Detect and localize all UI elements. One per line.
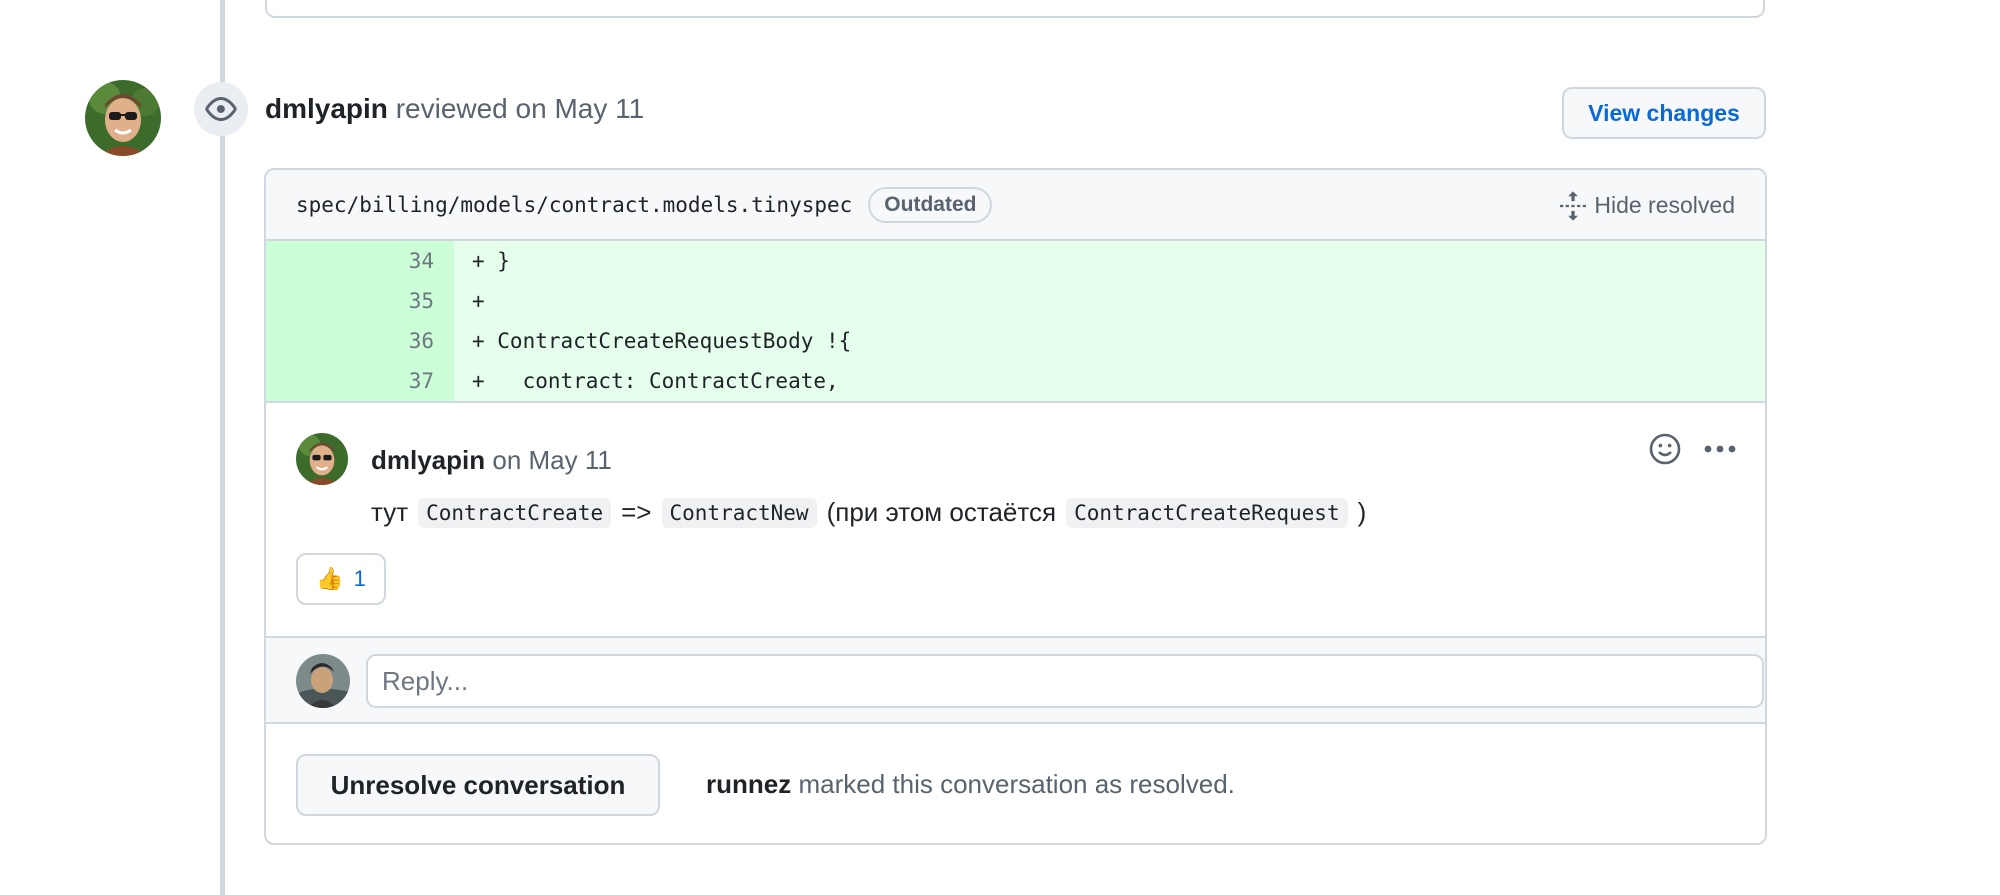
- line-code: + ContractCreateRequestBody !{: [472, 329, 852, 353]
- review-event-badge: [194, 82, 248, 136]
- comment-header: dmlyapin on May 11: [371, 445, 612, 476]
- resolved-status: runnez marked this conversation as resol…: [706, 769, 1235, 800]
- eye-icon: [205, 97, 237, 121]
- smiley-icon[interactable]: [1649, 433, 1681, 465]
- comment-author-avatar[interactable]: [296, 433, 348, 485]
- review-thread-card: spec/billing/models/contract.models.tiny…: [264, 168, 1767, 845]
- comment-author[interactable]: dmlyapin: [371, 445, 485, 475]
- review-action: reviewed: [395, 93, 508, 124]
- unresolve-conversation-button[interactable]: Unresolve conversation: [296, 754, 660, 816]
- current-user-avatar[interactable]: [296, 654, 350, 708]
- reviewer-avatar[interactable]: [85, 80, 161, 156]
- thumbs-up-emoji: 👍: [316, 566, 344, 591]
- comment-text: =>: [621, 497, 652, 527]
- comment-body: тут ContractCreate => ContractNew (при э…: [371, 497, 1366, 528]
- reply-input[interactable]: [366, 654, 1764, 708]
- previous-card: [265, 0, 1765, 18]
- hide-resolved-button[interactable]: Hide resolved: [1560, 170, 1735, 241]
- review-header: dmlyapin reviewed on May 11: [265, 93, 644, 125]
- inline-code: ContractNew: [661, 497, 817, 528]
- inline-code: ContractCreateRequest: [1066, 497, 1348, 528]
- diff-line: 35 +: [266, 281, 1765, 321]
- line-number[interactable]: 36: [266, 321, 454, 361]
- resolved-by-user[interactable]: runnez: [706, 769, 791, 799]
- comment-date[interactable]: on May 11: [492, 445, 611, 475]
- diff-line: 37 + contract: ContractCreate,: [266, 361, 1765, 401]
- unfold-icon: [1560, 190, 1587, 221]
- review-comment: dmlyapin on May 11 тут ContractCreate =>…: [266, 401, 1765, 636]
- timeline: dmlyapin reviewed on May 11 View changes…: [0, 0, 2000, 895]
- line-number[interactable]: 37: [266, 361, 454, 401]
- resolved-status-text: marked this conversation as resolved.: [798, 769, 1235, 799]
- hide-resolved-label: Hide resolved: [1594, 192, 1735, 218]
- file-header: spec/billing/models/contract.models.tiny…: [266, 170, 1765, 241]
- line-code: +: [472, 289, 485, 313]
- resolved-footer: Unresolve conversation runnez marked thi…: [266, 724, 1765, 843]
- comment-text: ): [1357, 497, 1367, 527]
- outdated-badge: Outdated: [868, 186, 993, 223]
- review-date[interactable]: on May 11: [516, 93, 645, 124]
- diff-line: 36 + ContractCreateRequestBody !{: [266, 321, 1765, 361]
- kebab-horizontal-icon[interactable]: [1703, 433, 1737, 465]
- review-author[interactable]: dmlyapin: [265, 93, 388, 124]
- line-code: + contract: ContractCreate,: [472, 369, 839, 393]
- comment-text: тут: [371, 497, 409, 527]
- diff-hunk: 34 + } 35 + 36 + ContractCreateRequestBo…: [266, 241, 1765, 401]
- thumbs-up-reaction-button[interactable]: 👍 1: [296, 553, 386, 605]
- comment-actions: [1649, 433, 1737, 465]
- view-changes-button[interactable]: View changes: [1562, 87, 1766, 139]
- reply-area: [266, 636, 1765, 724]
- reaction-count: 1: [353, 566, 366, 591]
- diff-line: 34 + }: [266, 241, 1765, 281]
- line-code: + }: [472, 249, 510, 273]
- comment-text: (при этом остаётся: [826, 497, 1057, 527]
- inline-code: ContractCreate: [418, 497, 612, 528]
- line-number[interactable]: 35: [266, 281, 454, 321]
- line-number[interactable]: 34: [266, 241, 454, 281]
- file-path[interactable]: spec/billing/models/contract.models.tiny…: [296, 193, 852, 217]
